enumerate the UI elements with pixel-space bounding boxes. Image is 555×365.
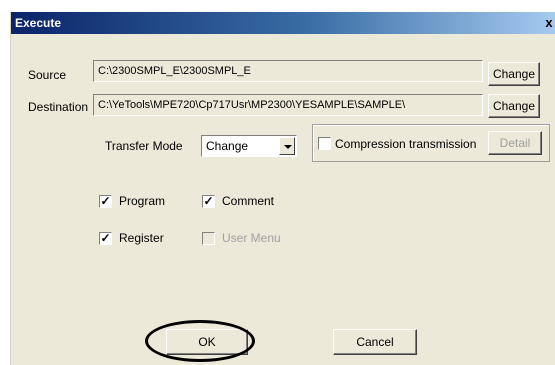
transfer-mode-select[interactable]: Change <box>201 135 297 157</box>
compression-group: Compression transmission Detail <box>312 124 550 162</box>
compression-label: Compression transmission <box>335 137 477 151</box>
dropdown-arrow-icon[interactable] <box>279 137 295 155</box>
register-checkbox[interactable]: ✓ <box>99 232 112 245</box>
destination-change-button[interactable]: Change <box>488 94 540 118</box>
cancel-button[interactable]: Cancel <box>333 329 417 355</box>
source-path-field: C:\2300SMPL_E\2300SMPL_E <box>93 60 483 82</box>
close-icon[interactable]: x <box>542 14 555 31</box>
transfer-mode-value: Change <box>206 139 249 153</box>
program-label: Program <box>119 194 166 208</box>
compression-checkbox[interactable] <box>318 137 331 150</box>
execute-dialog: Execute x Source C:\2300SMPL_E\2300SMPL_… <box>10 12 555 365</box>
comment-checkbox[interactable]: ✓ <box>202 195 215 208</box>
user-menu-checkbox[interactable] <box>202 232 215 245</box>
program-checkbox[interactable]: ✓ <box>99 195 112 208</box>
register-label: Register <box>119 231 164 245</box>
title-bar[interactable]: Execute x <box>11 12 555 34</box>
source-label: Source <box>28 68 67 82</box>
ok-button[interactable]: OK <box>166 329 248 355</box>
source-change-button[interactable]: Change <box>488 62 540 86</box>
destination-label: Destination <box>28 100 89 114</box>
detail-button[interactable]: Detail <box>488 131 542 155</box>
user-menu-label: User Menu <box>222 231 281 245</box>
comment-label: Comment <box>222 194 275 208</box>
destination-path-field: C:\YeTools\MPE720\Cp717Usr\MP2300\YESAMP… <box>93 94 483 116</box>
transfer-mode-label: Transfer Mode <box>105 139 183 153</box>
window-title: Execute <box>15 16 62 30</box>
